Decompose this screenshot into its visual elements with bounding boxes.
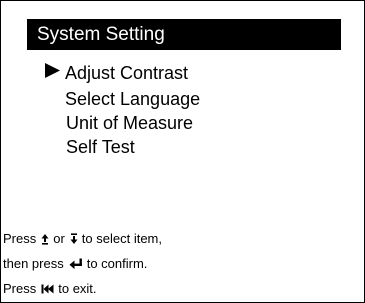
enter-icon xyxy=(69,258,83,270)
help-text: to confirm. xyxy=(86,256,148,271)
rewind-icon xyxy=(41,284,54,294)
help-line-confirm: then press to confirm. xyxy=(3,256,147,272)
page-title: System Setting xyxy=(37,24,165,45)
selection-arrow-icon xyxy=(44,62,61,79)
help-text: or xyxy=(53,231,65,246)
help-text: Press xyxy=(3,231,37,246)
help-text: Press xyxy=(3,281,37,296)
arrow-down-icon xyxy=(70,233,78,245)
help-line-exit: Press to exit. xyxy=(3,281,97,297)
menu-item-adjust-contrast[interactable]: Adjust Contrast xyxy=(65,63,188,83)
help-text: to select item, xyxy=(81,231,162,246)
arrow-up-icon xyxy=(41,233,49,245)
menu-item-unit-of-measure[interactable]: Unit of Measure xyxy=(66,113,193,133)
help-text: then press xyxy=(3,256,64,271)
menu-item-self-test[interactable]: Self Test xyxy=(66,137,135,157)
title-bar: System Setting xyxy=(27,19,341,50)
help-line-select: Press or to select item, xyxy=(3,231,162,247)
lcd-screen: System Setting Adjust Contrast Select La… xyxy=(0,0,365,303)
help-text: to exit. xyxy=(58,281,97,296)
menu-item-select-language[interactable]: Select Language xyxy=(65,89,200,109)
